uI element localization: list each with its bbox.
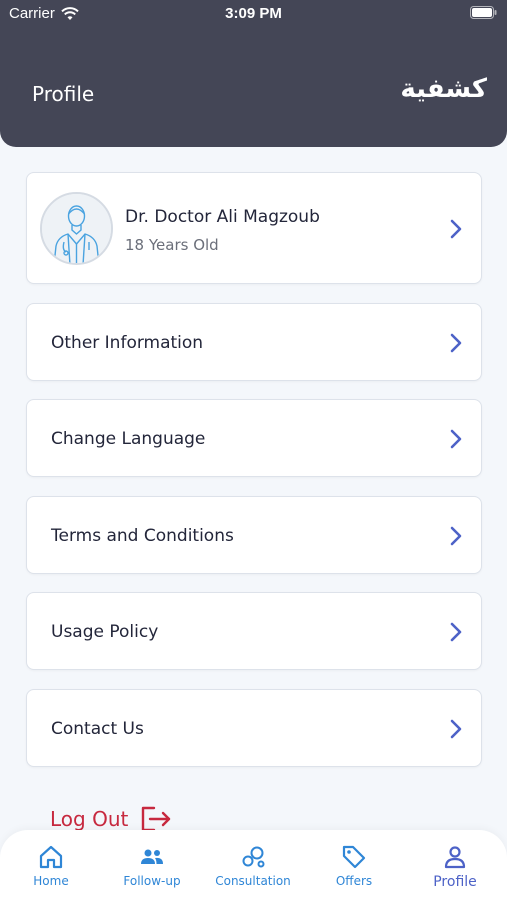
avatar <box>40 192 113 265</box>
menu-item-label: Contact Us <box>51 719 144 739</box>
menu-item-contact-us[interactable]: Contact Us <box>26 689 482 767</box>
tab-profile[interactable]: Profile <box>405 844 505 890</box>
tab-label: Follow-up <box>123 874 181 888</box>
chevron-right-icon <box>450 219 462 239</box>
tab-follow-up[interactable]: Follow-up <box>102 844 202 888</box>
profile-name: Dr. Doctor Ali Magzoub <box>125 207 320 227</box>
menu-item-usage-policy[interactable]: Usage Policy <box>26 592 482 670</box>
chevron-right-icon <box>450 429 462 449</box>
tab-consultation[interactable]: Consultation <box>203 844 303 888</box>
bottom-tab-bar: Home Follow-up Consultation Offers Profi… <box>0 830 507 900</box>
profile-age: 18 Years Old <box>125 236 219 254</box>
logout-button[interactable]: Log Out <box>50 806 172 832</box>
home-icon <box>39 845 63 869</box>
menu-item-terms-and-conditions[interactable]: Terms and Conditions <box>26 496 482 574</box>
battery-icon <box>470 6 497 19</box>
tab-home[interactable]: Home <box>1 844 101 888</box>
menu-item-label: Usage Policy <box>51 622 159 642</box>
consultation-icon <box>242 846 265 868</box>
users-icon <box>141 849 163 864</box>
menu-item-label: Terms and Conditions <box>51 526 234 546</box>
tab-label: Offers <box>335 874 373 888</box>
menu-item-label: Other Information <box>51 333 204 353</box>
tab-label: Consultation <box>215 874 291 888</box>
logout-icon <box>142 806 171 832</box>
tab-label: Home <box>33 874 69 888</box>
status-time: 3:09 PM <box>225 5 282 22</box>
person-icon <box>444 846 466 869</box>
tab-offers[interactable]: Offers <box>304 844 404 888</box>
menu-item-other-information[interactable]: Other Information <box>26 303 482 381</box>
chevron-right-icon <box>450 622 462 642</box>
tag-icon <box>342 845 366 869</box>
doctor-avatar-icon <box>42 194 111 263</box>
chevron-right-icon <box>450 719 462 739</box>
logout-label: Log Out <box>50 807 129 831</box>
menu-item-change-language[interactable]: Change Language <box>26 399 482 477</box>
tab-label: Profile <box>433 874 477 890</box>
app-header: Carrier 3:09 PM Profile كشفية <box>0 0 507 147</box>
app-logo: كشفية <box>400 74 487 104</box>
chevron-right-icon <box>450 526 462 546</box>
page-title: Profile <box>32 82 95 106</box>
profile-card[interactable]: Dr. Doctor Ali Magzoub 18 Years Old <box>26 172 482 284</box>
status-bar: Carrier 3:09 PM <box>0 0 507 28</box>
chevron-right-icon <box>450 333 462 353</box>
menu-item-label: Change Language <box>51 429 206 449</box>
